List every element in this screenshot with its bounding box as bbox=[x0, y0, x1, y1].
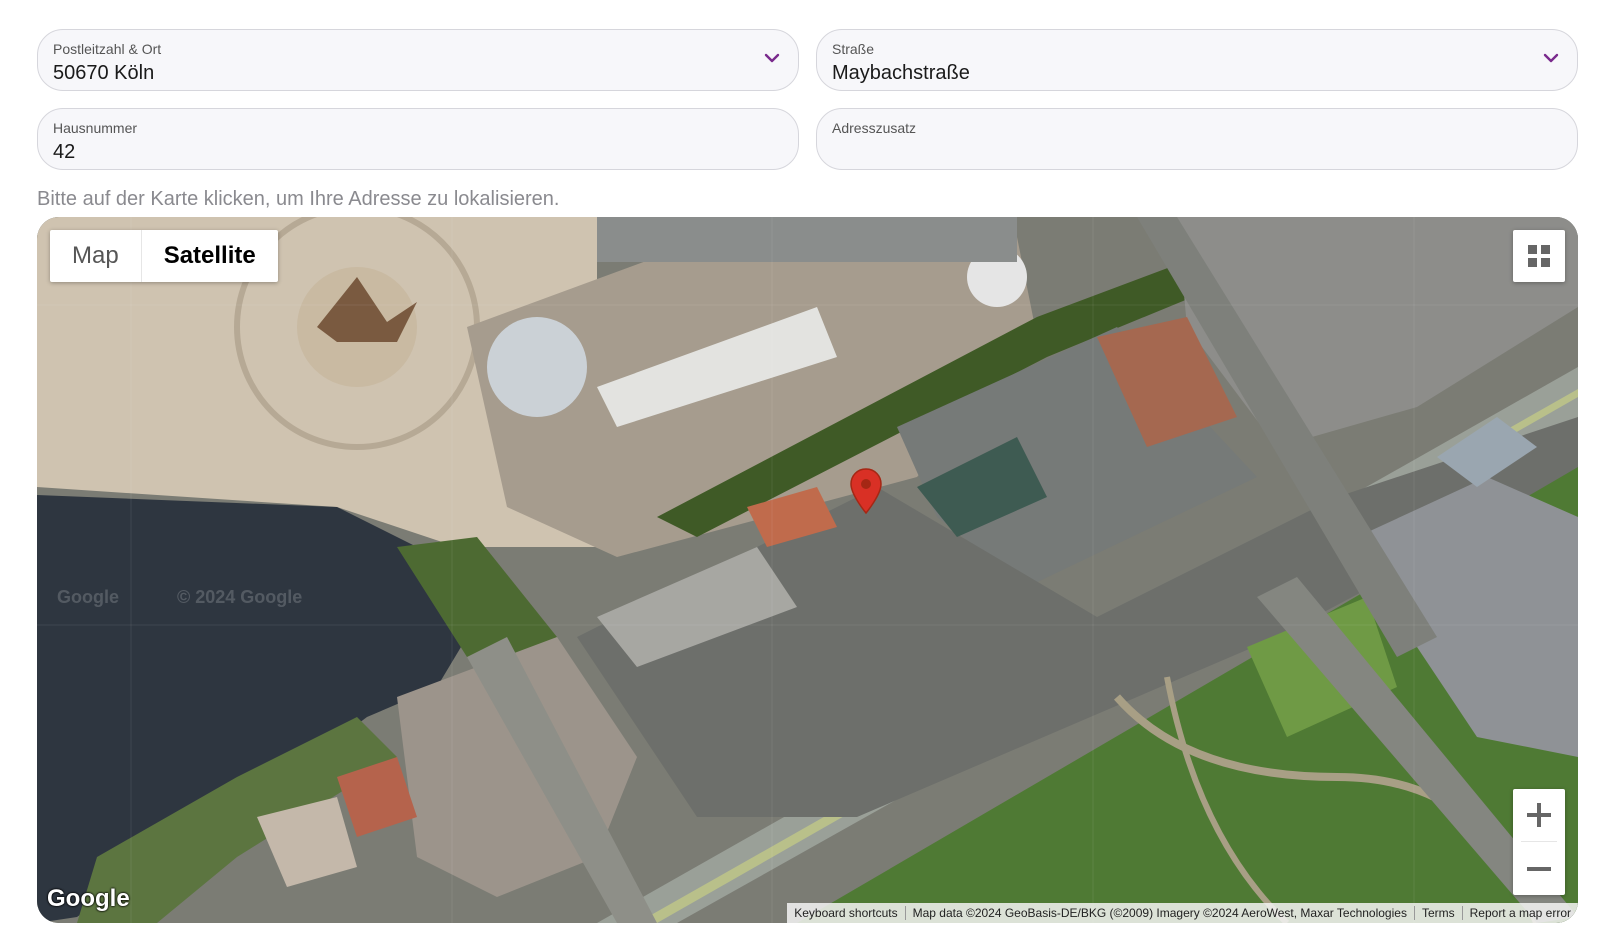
postal-city-select[interactable]: Postleitzahl & Ort 50670 Köln bbox=[37, 29, 799, 91]
report-error-link[interactable]: Report a map error bbox=[1461, 906, 1578, 920]
plus-icon[interactable] bbox=[1513, 789, 1565, 841]
street-label: Straße bbox=[832, 41, 875, 57]
address-extra-label: Adresszusatz bbox=[832, 120, 917, 136]
house-number-input[interactable]: 42 bbox=[53, 139, 784, 165]
zoom-control bbox=[1513, 789, 1565, 895]
address-extra-field[interactable]: Adresszusatz bbox=[816, 108, 1578, 170]
terms-link[interactable]: Terms bbox=[1413, 906, 1462, 920]
map-attribution-bar: Keyboard shortcuts Map data ©2024 GeoBas… bbox=[787, 903, 1578, 923]
minus-icon[interactable] bbox=[1513, 843, 1565, 895]
postal-city-label: Postleitzahl & Ort bbox=[53, 41, 162, 57]
street-select[interactable]: Straße Maybachstraße bbox=[816, 29, 1578, 91]
chevron-down-icon[interactable] bbox=[1543, 52, 1559, 64]
map-type-satellite[interactable]: Satellite bbox=[142, 230, 278, 282]
map-watermark: Google bbox=[57, 587, 119, 607]
grid-fullscreen-icon bbox=[1528, 245, 1550, 267]
map-type-map[interactable]: Map bbox=[50, 230, 141, 282]
map-data-text: Map data ©2024 GeoBasis-DE/BKG (©2009) I… bbox=[904, 906, 1414, 920]
house-number-label: Hausnummer bbox=[53, 120, 138, 136]
chevron-down-icon[interactable] bbox=[764, 52, 780, 64]
google-logo[interactable]: Google bbox=[47, 885, 130, 913]
map-pin-icon[interactable] bbox=[849, 467, 883, 515]
keyboard-shortcuts-link[interactable]: Keyboard shortcuts bbox=[787, 906, 904, 920]
map-hint-text: Bitte auf der Karte klicken, um Ihre Adr… bbox=[37, 188, 560, 210]
zoom-divider bbox=[1521, 841, 1557, 842]
fullscreen-button[interactable] bbox=[1513, 230, 1565, 282]
street-value: Maybachstraße bbox=[832, 62, 970, 84]
map-type-control: Map Satellite bbox=[50, 230, 278, 282]
postal-city-value: 50670 Köln bbox=[53, 62, 155, 84]
house-number-field[interactable]: Hausnummer 42 bbox=[37, 108, 799, 170]
map-watermark: © 2024 Google bbox=[177, 587, 303, 607]
satellite-imagery bbox=[37, 217, 1578, 923]
satellite-map[interactable]: Google © 2024 Google Map Satellite Googl… bbox=[37, 217, 1578, 923]
